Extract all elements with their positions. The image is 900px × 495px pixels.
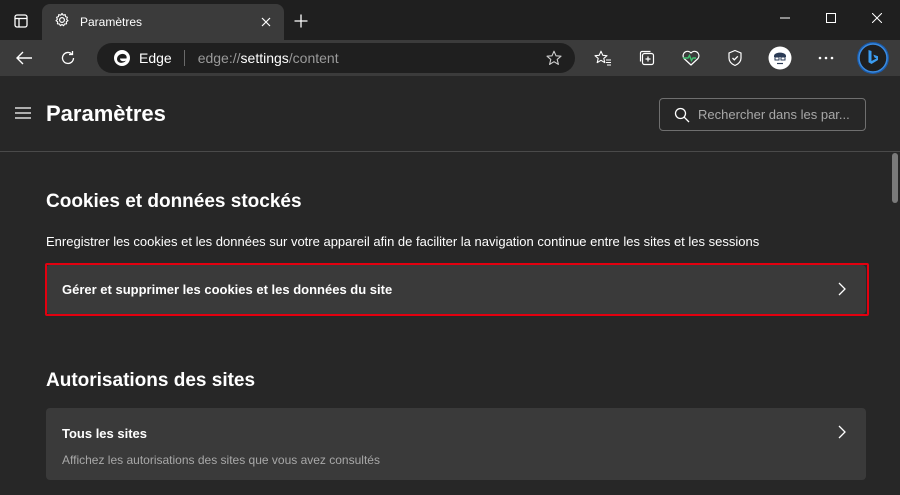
- settings-search[interactable]: [659, 98, 866, 131]
- browser-essentials-button[interactable]: [676, 43, 706, 73]
- collections-button[interactable]: [632, 43, 662, 73]
- permissions-section-heading: Autorisations des sites: [46, 370, 256, 391]
- edge-logo-icon: [113, 49, 131, 67]
- minimize-button[interactable]: [762, 0, 808, 36]
- bing-copilot-button[interactable]: [855, 40, 891, 76]
- tab-close-icon[interactable]: [254, 10, 278, 34]
- all-sites-label: Tous les sites: [62, 426, 148, 441]
- security-button[interactable]: [720, 43, 750, 73]
- manage-cookies-item[interactable]: Gérer et supprimer les cookies et les do…: [46, 265, 866, 314]
- maximize-button[interactable]: [808, 0, 854, 36]
- scrollbar[interactable]: [890, 153, 900, 495]
- profile-avatar[interactable]: [765, 43, 795, 73]
- url-path: /content: [288, 50, 339, 66]
- tab-title: Paramètres: [80, 15, 143, 29]
- site-label: Edge: [139, 50, 172, 66]
- more-button[interactable]: [811, 43, 841, 73]
- browser-toolbar: Edge edge://settings/content: [0, 40, 900, 76]
- back-button[interactable]: [9, 43, 39, 73]
- favorites-button[interactable]: [588, 43, 618, 73]
- all-sites-item[interactable]: Tous les sites Affichez les autorisation…: [46, 408, 866, 480]
- address-bar[interactable]: Edge edge://settings/content: [97, 43, 575, 73]
- all-sites-description: Affichez les autorisations des sites que…: [62, 453, 380, 467]
- favorite-star-icon[interactable]: [539, 43, 569, 73]
- url-host: settings: [240, 50, 289, 66]
- refresh-button[interactable]: [53, 43, 83, 73]
- page-title: Paramètres: [46, 101, 166, 126]
- url-text[interactable]: edge://settings/content: [198, 50, 539, 66]
- tab-settings[interactable]: Paramètres: [42, 4, 284, 40]
- title-bar: Paramètres: [0, 0, 900, 40]
- chevron-right-icon: [836, 425, 848, 439]
- gear-icon: [54, 12, 70, 33]
- settings-content: Cookies et données stockés Enregistrer l…: [0, 153, 890, 495]
- settings-header: Paramètres: [0, 76, 900, 152]
- tab-actions-icon[interactable]: [8, 8, 34, 34]
- chevron-right-icon: [836, 282, 848, 296]
- cookies-section-heading: Cookies et données stockés: [46, 191, 302, 212]
- address-separator: [183, 50, 185, 66]
- manage-cookies-label: Gérer et supprimer les cookies et les do…: [62, 282, 393, 297]
- search-icon: [674, 107, 690, 123]
- new-tab-button[interactable]: [288, 8, 314, 34]
- scrollbar-thumb[interactable]: [892, 153, 898, 203]
- menu-icon[interactable]: [14, 106, 34, 122]
- url-scheme: edge://: [197, 50, 241, 66]
- search-input[interactable]: [698, 107, 858, 122]
- close-window-button[interactable]: [854, 0, 900, 36]
- cookies-section-description: Enregistrer les cookies et les données s…: [46, 234, 760, 249]
